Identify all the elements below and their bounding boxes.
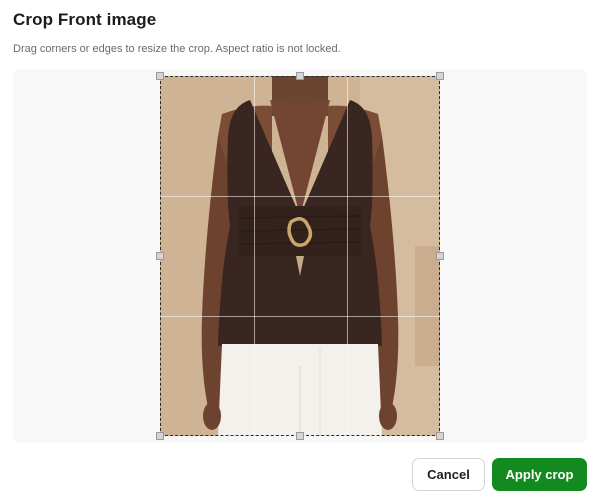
dialog-subtitle: Drag corners or edges to resize the crop… (13, 43, 341, 55)
dialog-title: Crop Front image (13, 10, 157, 29)
handle-bottom-left-icon[interactable] (156, 432, 164, 440)
handle-right-icon[interactable] (436, 252, 444, 260)
cancel-button[interactable]: Cancel (412, 458, 485, 491)
apply-crop-button[interactable]: Apply crop (492, 458, 587, 491)
crop-frame[interactable] (156, 72, 444, 440)
grid-line (254, 77, 255, 435)
crop-dialog: Crop Front image Drag corners or edges t… (0, 0, 601, 499)
handle-top-left-icon[interactable] (156, 72, 164, 80)
grid-line (161, 196, 439, 197)
grid-line (347, 77, 348, 435)
handle-top-icon[interactable] (296, 72, 304, 80)
handle-left-icon[interactable] (156, 252, 164, 260)
grid-line (161, 316, 439, 317)
handle-top-right-icon[interactable] (436, 72, 444, 80)
handle-bottom-icon[interactable] (296, 432, 304, 440)
crop-stage (13, 69, 587, 443)
handle-bottom-right-icon[interactable] (436, 432, 444, 440)
